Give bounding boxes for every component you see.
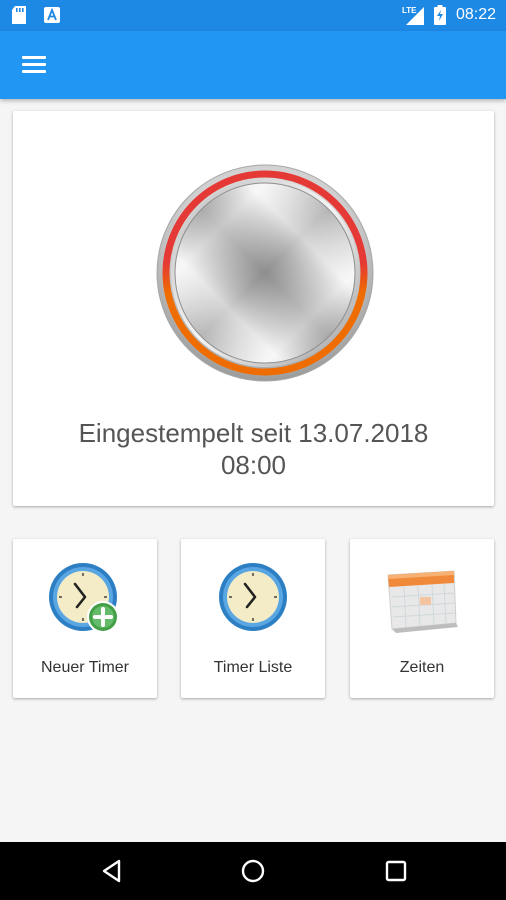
app-toolbar xyxy=(0,31,506,99)
clock-in-status-text: Eingestempelt seit 13.07.2018 xyxy=(78,418,429,448)
svg-text:LTE: LTE xyxy=(402,6,417,15)
status-bar: LTE 08:22 xyxy=(0,0,506,31)
tile-timer-list[interactable]: Timer Liste xyxy=(181,539,325,698)
tile-times[interactable]: Zeiten xyxy=(350,539,494,698)
home-icon[interactable] xyxy=(238,856,268,886)
tile-timer-list-label: Timer Liste xyxy=(213,659,293,676)
status-time: 08:22 xyxy=(455,6,496,23)
back-icon[interactable] xyxy=(97,856,127,886)
clock-in-card: Eingestempelt seit 13.07.2018 08:00 xyxy=(13,111,494,506)
clock-in-button[interactable] xyxy=(155,163,375,383)
sd-card-icon xyxy=(12,6,26,24)
tile-new-timer-label: Neuer Timer xyxy=(40,659,130,676)
clock-icon xyxy=(219,563,287,631)
hamburger-menu-icon[interactable] xyxy=(22,53,48,75)
system-navigation-bar xyxy=(0,842,506,900)
recents-icon[interactable] xyxy=(381,856,411,886)
battery-charging-icon xyxy=(433,5,446,25)
calendar-icon xyxy=(387,570,458,633)
tile-times-label: Zeiten xyxy=(399,659,445,676)
lte-signal-icon: LTE xyxy=(402,6,424,25)
app-notification-icon xyxy=(44,7,60,23)
clock-in-status-time: 08:00 xyxy=(220,450,287,480)
clock-add-icon xyxy=(49,563,119,633)
tile-new-timer[interactable]: Neuer Timer xyxy=(13,539,157,698)
